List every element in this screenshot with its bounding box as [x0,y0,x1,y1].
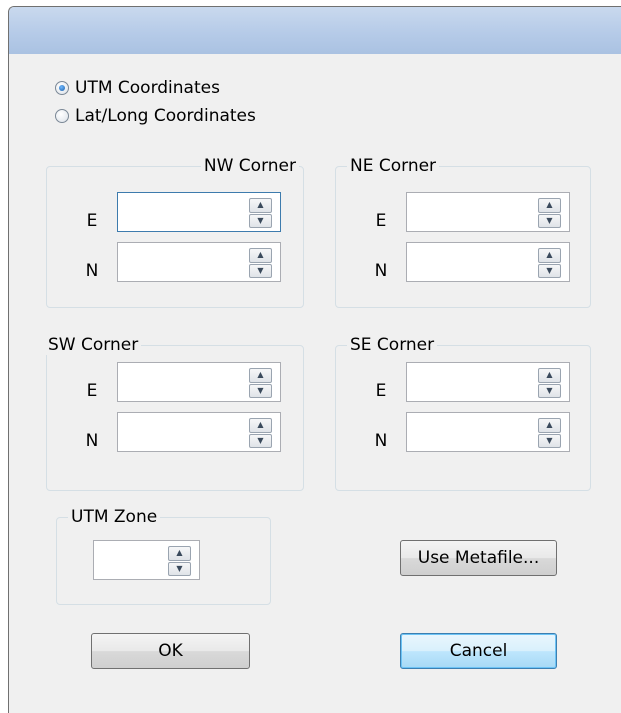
spin-up-icon[interactable]: ▲ [249,368,272,383]
radio-unselected-icon [55,109,69,123]
nw-n-input[interactable]: ▲ ▼ [117,242,281,282]
ok-button[interactable]: OK [91,633,250,669]
use-metafile-label: Use Metafile... [417,548,540,568]
utm-coordinates-label: UTM Coordinates [75,78,220,98]
nw-n-label: N [85,261,99,281]
cancel-button[interactable]: Cancel [400,633,557,669]
spin-up-icon[interactable]: ▲ [168,546,191,561]
ne-e-input[interactable]: ▲ ▼ [406,192,570,232]
utm-zone-title: UTM Zone [68,507,161,527]
sw-e-label: E [86,381,98,401]
ne-e-spinner: ▲ ▼ [538,198,561,228]
se-n-label: N [374,431,388,451]
nw-corner-group: NW Corner E ▲ ▼ N ▲ ▼ [46,156,304,308]
spin-down-icon[interactable]: ▼ [249,263,272,278]
se-n-input[interactable]: ▲ ▼ [406,412,570,452]
latlong-coordinates-radio[interactable]: Lat/Long Coordinates [55,105,256,127]
utm-zone-spinner: ▲ ▼ [168,546,191,576]
utm-zone-input[interactable]: ▲ ▼ [93,540,200,580]
sw-n-label: N [85,431,99,451]
se-e-label: E [375,381,387,401]
se-corner-title: SE Corner [347,335,438,355]
spin-down-icon[interactable]: ▼ [538,433,561,448]
ne-e-label: E [375,211,387,231]
spin-up-icon[interactable]: ▲ [538,368,561,383]
ok-label: OK [158,641,183,661]
nw-corner-title: NW Corner [200,156,299,176]
utm-coordinates-radio[interactable]: UTM Coordinates [55,77,220,99]
nw-e-spinner: ▲ ▼ [249,198,272,228]
radio-selected-icon [55,81,69,95]
nw-e-input[interactable]: ▲ ▼ [117,192,281,232]
spin-down-icon[interactable]: ▼ [168,561,191,576]
ne-n-input[interactable]: ▲ ▼ [406,242,570,282]
spin-down-icon[interactable]: ▼ [538,383,561,398]
ne-n-spinner: ▲ ▼ [538,248,561,278]
ne-corner-title: NE Corner [347,156,440,176]
spin-down-icon[interactable]: ▼ [249,383,272,398]
cancel-label: Cancel [449,641,508,661]
spin-up-icon[interactable]: ▲ [249,248,272,263]
nw-e-label: E [86,211,98,231]
spin-up-icon[interactable]: ▲ [538,198,561,213]
dialog-window: UTM Coordinates Lat/Long Coordinates NW … [8,6,621,713]
spin-down-icon[interactable]: ▼ [538,213,561,228]
spin-down-icon[interactable]: ▼ [249,213,272,228]
ne-n-label: N [374,261,388,281]
sw-corner-group: SW Corner E ▲ ▼ N ▲ ▼ [45,335,304,491]
sw-corner-title: SW Corner [45,335,142,355]
se-e-spinner: ▲ ▼ [538,368,561,398]
spin-up-icon[interactable]: ▲ [538,418,561,433]
utm-zone-group: UTM Zone ▲ ▼ [56,507,271,605]
spin-up-icon[interactable]: ▲ [249,198,272,213]
ne-corner-group: NE Corner E ▲ ▼ N ▲ ▼ [335,156,591,308]
se-corner-group: SE Corner E ▲ ▼ N ▲ ▼ [335,335,591,491]
title-bar[interactable] [9,7,621,54]
sw-n-input[interactable]: ▲ ▼ [117,412,281,452]
se-n-spinner: ▲ ▼ [538,418,561,448]
spin-down-icon[interactable]: ▼ [249,433,272,448]
latlong-coordinates-label: Lat/Long Coordinates [75,106,256,126]
sw-e-input[interactable]: ▲ ▼ [117,362,281,402]
use-metafile-button[interactable]: Use Metafile... [400,540,557,576]
spin-up-icon[interactable]: ▲ [249,418,272,433]
spin-down-icon[interactable]: ▼ [538,263,561,278]
se-e-input[interactable]: ▲ ▼ [406,362,570,402]
sw-n-spinner: ▲ ▼ [249,418,272,448]
nw-n-spinner: ▲ ▼ [249,248,272,278]
spin-up-icon[interactable]: ▲ [538,248,561,263]
sw-e-spinner: ▲ ▼ [249,368,272,398]
